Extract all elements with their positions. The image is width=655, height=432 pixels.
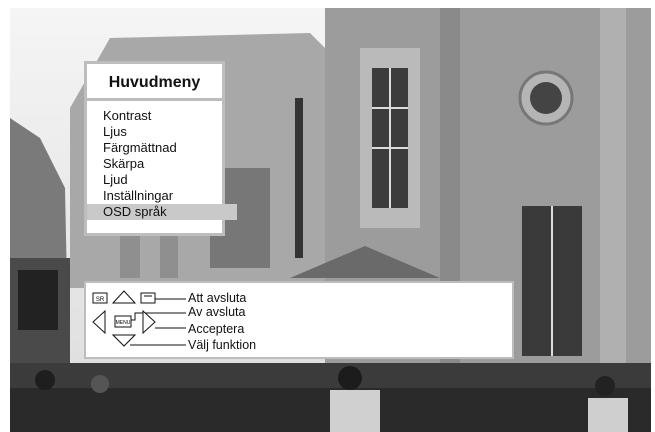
- help-back-label: Av avsluta: [188, 305, 246, 319]
- menu-item-skarpa[interactable]: Skärpa: [87, 156, 222, 172]
- menu-key-label: MENU: [116, 320, 131, 326]
- up-arrow-icon: [111, 290, 137, 304]
- menu-title: Huvudmeny: [108, 74, 201, 91]
- menu-divider: [87, 98, 222, 101]
- main-menu-panel: Huvudmeny Kontrast Ljus Färgmättnad Skär…: [84, 61, 237, 236]
- menu-item-osd-sprak[interactable]: OSD språk: [87, 204, 237, 220]
- menu-item-fargmattnad[interactable]: Färgmättnad: [87, 140, 222, 156]
- key-help-panel: SR MENU Att avsluta Av avsluta Acceptera…: [84, 281, 514, 359]
- left-arrow-icon: [92, 309, 106, 335]
- menu-key-icon: MENU: [114, 315, 132, 328]
- menu-list: Kontrast Ljus Färgmättnad Skärpa Ljud In…: [87, 108, 237, 220]
- sr-key-icon: SR: [92, 292, 108, 304]
- help-exit-label: Att avsluta: [188, 291, 247, 305]
- menu-item-ljud[interactable]: Ljud: [87, 172, 222, 188]
- exit-key-icon: [140, 292, 156, 304]
- back-leader-line: [131, 312, 186, 321]
- right-arrow-icon: [142, 309, 156, 335]
- menu-item-ljus[interactable]: Ljus: [87, 124, 222, 140]
- sr-key-label: SR: [96, 297, 105, 303]
- help-accept-label: Acceptera: [188, 322, 245, 336]
- menu-item-installningar[interactable]: Inställningar: [87, 188, 222, 204]
- down-arrow-icon: [111, 334, 137, 347]
- menu-item-kontrast[interactable]: Kontrast: [87, 108, 222, 124]
- help-select-label: Välj funktion: [188, 338, 257, 352]
